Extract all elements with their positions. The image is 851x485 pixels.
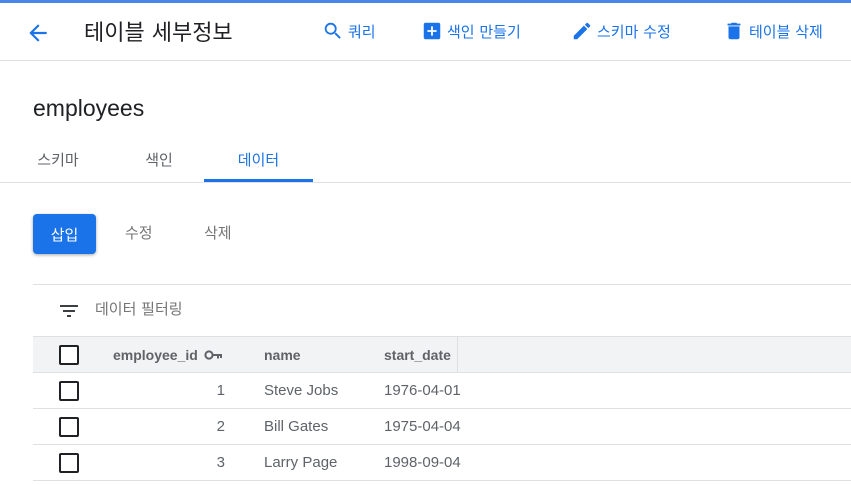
delete-table-button[interactable]: 테이블 삭제 [723, 20, 823, 42]
cell-start-date: 1975-04-04 [384, 418, 461, 435]
select-all-checkbox[interactable] [59, 345, 79, 365]
back-arrow-icon[interactable] [25, 20, 51, 46]
insert-button[interactable]: 삽입 [33, 214, 96, 254]
filter-list-icon [60, 305, 78, 317]
table-name: employees [33, 95, 145, 121]
cell-name: Larry Page [264, 454, 338, 471]
filter-bar [33, 284, 851, 337]
row-checkbox[interactable] [59, 381, 79, 401]
cell-employee-id: 3 [216, 454, 225, 471]
column-divider [457, 337, 458, 372]
column-header-employee-id[interactable]: employee_id [113, 337, 224, 372]
edit-schema-label: 스키마 수정 [597, 22, 671, 41]
cell-name: Bill Gates [264, 418, 329, 435]
column-header-name[interactable]: name [264, 337, 301, 372]
pencil-icon [573, 22, 591, 40]
trash-icon [727, 22, 741, 40]
row-checkbox[interactable] [59, 453, 79, 473]
column-header-employee-id-label: employee_id [113, 346, 198, 363]
delete-button[interactable]: 삭제 [204, 222, 232, 243]
tab-bar: 스키마 색인 데이터 [0, 137, 851, 183]
tab-schema[interactable]: 스키마 [33, 137, 83, 182]
page-title: 테이블 세부정보 [84, 21, 233, 46]
search-icon [324, 22, 341, 39]
key-icon [204, 349, 222, 360]
create-index-button[interactable]: 색인 만들기 [421, 20, 521, 42]
data-grid: employee_id name start_date 1 Steve Jobs… [33, 337, 851, 481]
grid-header-row: employee_id name start_date [33, 337, 851, 373]
table-row: 2 Bill Gates 1975-04-04 [33, 409, 851, 445]
table-row: 1 Steve Jobs 1976-04-01 [33, 373, 851, 409]
query-label: 쿼리 [348, 22, 376, 41]
cell-start-date: 1998-09-04 [384, 454, 461, 471]
create-index-label: 색인 만들기 [447, 22, 521, 41]
add-box-icon [423, 22, 441, 40]
column-header-start-date[interactable]: start_date [384, 337, 451, 372]
edit-schema-button[interactable]: 스키마 수정 [571, 20, 671, 42]
table-row: 3 Larry Page 1998-09-04 [33, 445, 851, 481]
row-checkbox[interactable] [59, 417, 79, 437]
delete-table-label: 테이블 삭제 [749, 22, 823, 41]
filter-input[interactable] [95, 300, 395, 318]
tab-data[interactable]: 데이터 [204, 137, 313, 182]
cell-start-date: 1976-04-01 [384, 382, 461, 399]
cell-name: Steve Jobs [264, 382, 339, 399]
cell-employee-id: 1 [216, 382, 225, 399]
tab-indexes[interactable]: 색인 [134, 137, 184, 182]
cell-employee-id: 2 [216, 418, 225, 435]
edit-button[interactable]: 수정 [125, 222, 153, 243]
query-button[interactable]: 쿼리 [322, 20, 376, 42]
app-header: 테이블 세부정보 쿼리 색인 만들기 스키마 수정 테이블 삭제 [0, 3, 851, 61]
